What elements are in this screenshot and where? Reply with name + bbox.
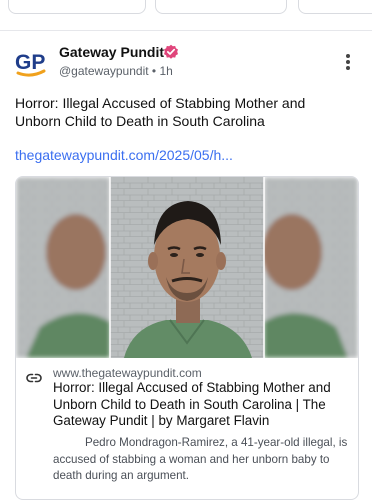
post-text: Horror: Illegal Accused of Stabbing Moth… [15,95,306,129]
top-tab-right[interactable] [298,0,372,14]
card-description: Pedro Mondragon-Ramirez, a 41-year-old i… [53,436,348,482]
avatar-logo-text: GP [15,51,45,74]
feed-divider [0,30,372,31]
link-preview-card[interactable]: www.thegatewaypundit.com Horror: Illegal… [15,176,359,500]
post-link[interactable]: thegatewaypundit.com/2025/05/h... [15,147,233,163]
gateway-pundit-avatar[interactable]: GP [15,47,47,79]
more-options-icon[interactable] [345,54,351,74]
verified-badge-icon [164,44,178,59]
card-title[interactable]: Horror: Illegal Accused of Stabbing Moth… [53,380,353,430]
top-tab-middle[interactable] [155,0,287,14]
link-icon [26,373,42,383]
author-name[interactable]: Gateway Pundit [59,44,164,60]
top-tab-left[interactable] [8,0,146,14]
card-domain: www.thegatewaypundit.com [53,366,202,380]
top-tabs [0,0,372,16]
mugshot-photo[interactable] [16,177,358,358]
author-handle-time: @gatewaypundit • 1h [59,64,173,78]
